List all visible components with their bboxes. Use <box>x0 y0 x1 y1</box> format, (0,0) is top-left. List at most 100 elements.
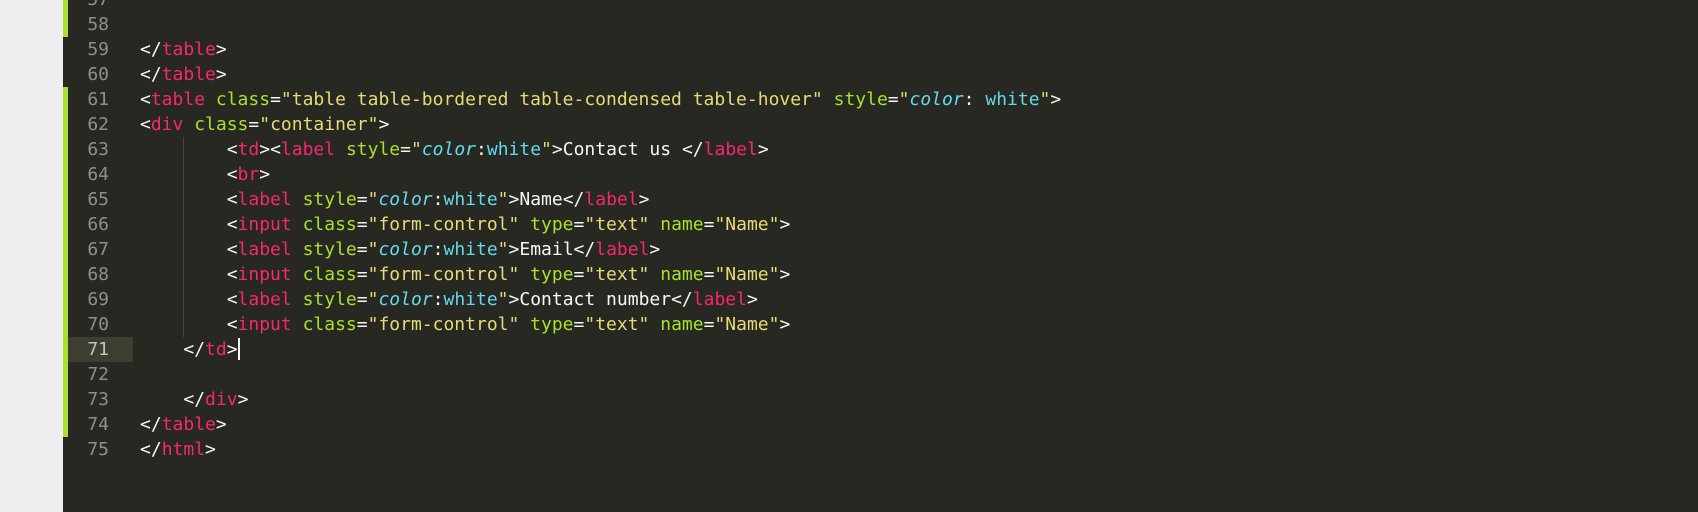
code-line[interactable]: 65 <label style="color:white">Name</labe… <box>63 187 1698 212</box>
punctuation: > <box>508 189 520 210</box>
code-line[interactable]: 69 <label style="color:white">Contact nu… <box>63 287 1698 312</box>
tag-name: input <box>237 214 292 235</box>
line-content[interactable]: <label style="color:white">Name</label> <box>140 187 650 212</box>
tag-name: td <box>205 339 227 360</box>
line-content[interactable]: <label style="color:white">Email</label> <box>140 237 661 262</box>
code-line[interactable]: 75 </html> <box>63 437 1698 462</box>
punctuation: < <box>226 289 238 310</box>
string-value: "Name" <box>714 214 780 235</box>
code-line[interactable]: 71 </td> <box>63 337 1698 362</box>
string-value: "Name" <box>714 264 780 285</box>
line-content[interactable]: </div> <box>140 387 248 412</box>
tag-name: label <box>280 139 336 160</box>
punctuation: = <box>573 214 585 235</box>
line-content[interactable]: </table> <box>140 62 227 87</box>
punctuation: </ <box>573 239 596 260</box>
code-lines[interactable]: 575859</table>60</table>61<table class="… <box>63 0 1698 462</box>
css-property: color <box>378 239 433 260</box>
code-line[interactable]: 68 <input class="form-control" type="tex… <box>63 262 1698 287</box>
text <box>519 314 530 335</box>
string-value: "form-control" <box>367 214 520 235</box>
tag-name: table <box>161 39 216 60</box>
code-line[interactable]: 67 <label style="color:white">Email</lab… <box>63 237 1698 262</box>
code-line[interactable]: 60 </table> <box>63 62 1698 87</box>
tag-name: table <box>150 89 206 110</box>
string-value: " <box>367 189 379 210</box>
code-line[interactable]: 59 </table> <box>63 37 1698 62</box>
attribute-name: type <box>530 214 574 235</box>
tag-name: label <box>237 239 292 260</box>
text <box>140 164 227 185</box>
css-value: white <box>443 289 498 310</box>
tag-name: html <box>161 439 206 460</box>
line-content[interactable]: </table> <box>140 412 227 437</box>
code-line[interactable]: 63 <td><label style="color:white">Contac… <box>63 137 1698 162</box>
line-content[interactable]: <label style="color:white">Contact numbe… <box>140 287 758 312</box>
code-line[interactable]: 61 <table class="table table-bordered tab… <box>63 87 1698 112</box>
code-line[interactable]: 64 <br> <box>63 162 1698 187</box>
text: Contact us <box>562 139 682 160</box>
punctuation: = <box>356 289 368 310</box>
text <box>649 314 660 335</box>
punctuation: < <box>226 239 238 260</box>
line-content[interactable]: <table class="table table-bordered table… <box>140 87 1061 112</box>
string-value: " <box>898 89 910 110</box>
line-content[interactable]: <input class="form-control" type="text" … <box>140 262 791 287</box>
punctuation: </ <box>140 439 162 460</box>
code-line[interactable]: 73 </div> <box>63 387 1698 412</box>
punctuation: > <box>746 289 758 310</box>
attribute-name: class <box>302 214 357 235</box>
text <box>292 214 303 235</box>
attribute-name: type <box>530 314 574 335</box>
code-line[interactable]: 57 <box>63 0 1698 12</box>
code-line[interactable]: 72 <box>63 362 1698 387</box>
code-editor[interactable]: 575859</table>60</table>61<table class="… <box>63 0 1698 512</box>
code-line[interactable]: 58 <box>63 12 1698 37</box>
line-content[interactable]: </td> <box>140 337 240 362</box>
line-content[interactable]: </html> <box>140 437 216 462</box>
line-content[interactable]: <input class="form-control" type="text" … <box>140 312 791 337</box>
punctuation: > <box>757 139 769 160</box>
text <box>140 264 227 285</box>
text-cursor <box>237 338 240 360</box>
text: Name <box>519 189 563 210</box>
string-value: " <box>497 189 509 210</box>
punctuation: = <box>573 314 585 335</box>
line-number: 73 <box>87 389 109 410</box>
text <box>649 264 660 285</box>
attribute-name: class <box>215 89 271 110</box>
attribute-name: class <box>194 114 249 135</box>
line-content[interactable]: </table> <box>140 37 227 62</box>
punctuation: </ <box>183 389 206 410</box>
line-number: 67 <box>87 239 109 260</box>
punctuation: > <box>508 289 520 310</box>
line-content[interactable]: <br> <box>140 162 270 187</box>
punctuation: > <box>215 414 227 435</box>
code-line[interactable]: 62 <div class="container"> <box>63 112 1698 137</box>
line-number: 57 <box>63 0 109 12</box>
attribute-name: style <box>302 289 357 310</box>
punctuation: : <box>476 139 487 160</box>
punctuation: < <box>226 264 238 285</box>
tag-name: label <box>692 289 747 310</box>
text <box>823 89 834 110</box>
punctuation: > <box>215 64 227 85</box>
tag-name: label <box>595 239 650 260</box>
code-line[interactable]: 70 <input class="form-control" type="tex… <box>63 312 1698 337</box>
text <box>292 189 303 210</box>
punctuation: > <box>259 164 271 185</box>
line-content[interactable]: <td><label style="color:white">Contact u… <box>140 137 769 162</box>
line-content[interactable]: <input class="form-control" type="text" … <box>140 212 791 237</box>
code-line[interactable]: 74 </table> <box>63 412 1698 437</box>
line-number: 75 <box>87 439 109 460</box>
punctuation: < <box>226 164 238 185</box>
punctuation: = <box>248 114 260 135</box>
line-number: 66 <box>87 214 109 235</box>
code-line[interactable]: 66 <input class="form-control" type="tex… <box>63 212 1698 237</box>
text: Contact number <box>519 289 672 310</box>
text <box>649 214 660 235</box>
punctuation: >< <box>259 139 281 160</box>
line-content[interactable]: <div class="container"> <box>140 112 389 137</box>
string-value: "container" <box>259 114 379 135</box>
line-number: 70 <box>87 314 109 335</box>
